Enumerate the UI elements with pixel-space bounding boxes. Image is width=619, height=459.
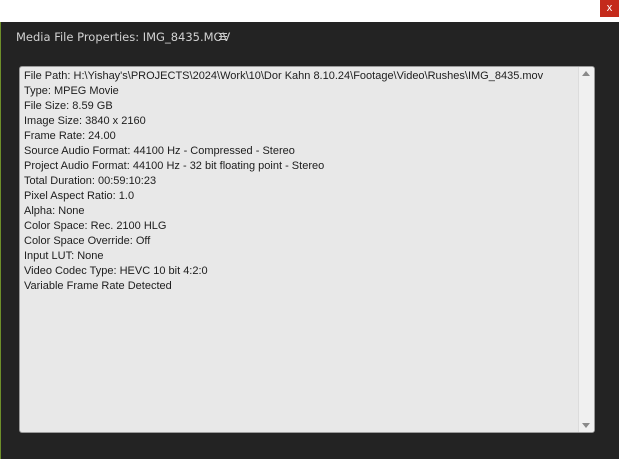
media-properties-window: Media File Properties: IMG_8435.MOV File… xyxy=(0,22,619,459)
scroll-up-icon[interactable] xyxy=(582,71,590,76)
property-line: Project Audio Format: 44100 Hz - 32 bit … xyxy=(24,160,325,172)
close-icon: x xyxy=(606,2,613,14)
scroll-down-icon[interactable] xyxy=(582,423,590,428)
panel-header: Media File Properties: IMG_8435.MOV xyxy=(3,22,619,54)
property-line: Frame Rate: 24.00 xyxy=(24,130,116,142)
close-button[interactable]: x xyxy=(600,0,619,17)
property-line: File Path: H:\Yishay's\PROJECTS\2024\Wor… xyxy=(24,70,544,82)
properties-list: File Path: H:\Yishay's\PROJECTS\2024\Wor… xyxy=(24,69,576,294)
top-strip: x xyxy=(0,0,619,22)
property-line: File Size: 8.59 GB xyxy=(24,100,113,112)
property-line: Source Audio Format: 44100 Hz - Compress… xyxy=(24,145,295,157)
vertical-scrollbar[interactable] xyxy=(578,67,594,432)
property-line: Image Size: 3840 x 2160 xyxy=(24,115,146,127)
hamburger-menu-icon[interactable] xyxy=(217,31,229,43)
property-line: Color Space: Rec. 2100 HLG xyxy=(24,220,167,232)
property-line: Input LUT: None xyxy=(24,250,104,262)
property-line: Variable Frame Rate Detected xyxy=(24,280,172,292)
property-line: Total Duration: 00:59:10:23 xyxy=(24,175,157,187)
property-line: Video Codec Type: HEVC 10 bit 4:2:0 xyxy=(24,265,208,277)
panel-title: Media File Properties: IMG_8435.MOV xyxy=(16,30,231,44)
property-line: Color Space Override: Off xyxy=(24,235,151,247)
property-line: Type: MPEG Movie xyxy=(24,85,119,97)
properties-text-panel[interactable]: File Path: H:\Yishay's\PROJECTS\2024\Wor… xyxy=(19,66,595,433)
property-line: Pixel Aspect Ratio: 1.0 xyxy=(24,190,135,202)
property-line: Alpha: None xyxy=(24,205,85,217)
